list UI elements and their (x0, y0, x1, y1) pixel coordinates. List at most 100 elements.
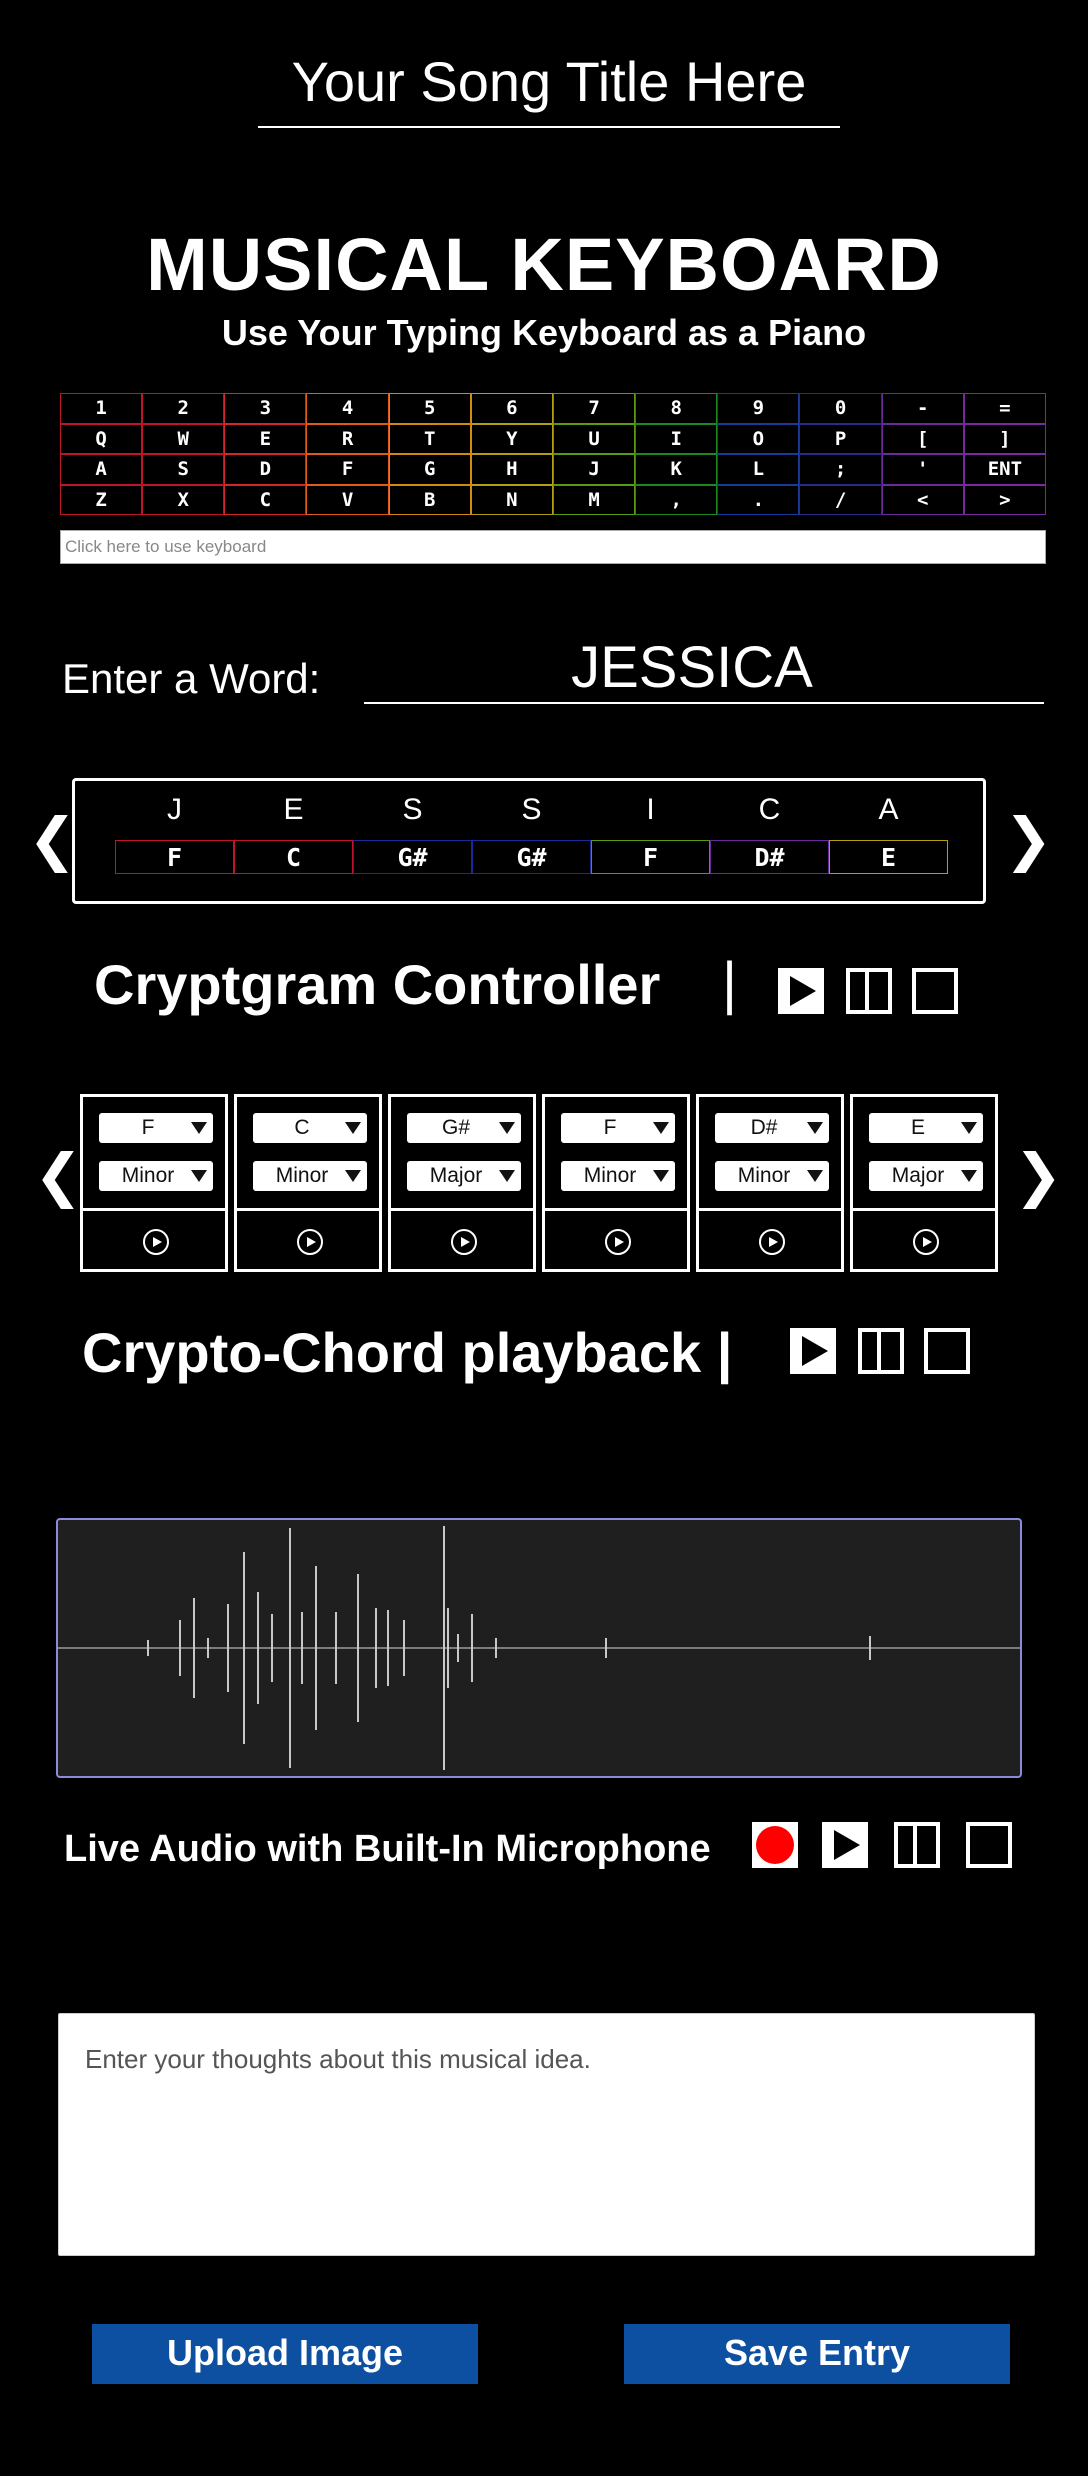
keyboard-key[interactable]: C (224, 484, 307, 515)
chord-play-icon[interactable] (913, 1229, 939, 1255)
chords-next-arrow-icon[interactable]: ❯ (1014, 1146, 1063, 1206)
live-pause-icon[interactable] (894, 1822, 940, 1868)
chord-quality-select[interactable]: Minor (99, 1161, 213, 1191)
word-note[interactable]: F (591, 840, 710, 874)
audio-waveform[interactable] (56, 1518, 1022, 1778)
keyboard-key[interactable]: . (717, 484, 800, 515)
word-note[interactable]: F (115, 840, 234, 874)
keyboard-key[interactable]: - (881, 393, 964, 424)
chord-quality-select[interactable]: Major (869, 1161, 983, 1191)
keyboard-key[interactable]: G (388, 454, 471, 485)
keyboard-key[interactable]: 4 (306, 393, 389, 424)
keyboard-key[interactable]: > (963, 484, 1046, 515)
keyboard-key[interactable]: A (60, 454, 143, 485)
chord-quality-select[interactable]: Minor (561, 1161, 675, 1191)
save-entry-button[interactable]: Save Entry (624, 2324, 1010, 2384)
chord-play-icon[interactable] (759, 1229, 785, 1255)
song-title-field[interactable]: Your Song Title Here (258, 40, 840, 128)
word-note[interactable]: D# (710, 840, 829, 874)
keyboard-key[interactable]: Q (60, 423, 143, 454)
keyboard-key[interactable]: Y (470, 423, 553, 454)
live-stop-icon[interactable] (966, 1822, 1012, 1868)
keyboard-key[interactable]: W (142, 423, 225, 454)
keyboard-key[interactable]: 8 (635, 393, 718, 424)
chord-note-select[interactable]: D# (715, 1113, 829, 1143)
chord-column: F Minor (542, 1094, 690, 1272)
keyboard-key[interactable]: ENT (963, 454, 1046, 485)
keyboard-key[interactable]: [ (881, 423, 964, 454)
keyboard-key[interactable]: M (552, 484, 636, 515)
word-note[interactable]: G# (353, 840, 472, 874)
keyboard-input[interactable]: Click here to use keyboard (60, 530, 1046, 564)
keyboard-key[interactable]: P (799, 423, 882, 454)
keyboard-key[interactable]: O (717, 423, 800, 454)
keyboard-key[interactable]: 1 (60, 393, 143, 424)
keyboard-key[interactable]: K (635, 454, 718, 485)
chord-play-icon[interactable] (297, 1229, 323, 1255)
keyboard-key[interactable]: < (881, 484, 964, 515)
playback-stop-icon[interactable] (924, 1328, 970, 1374)
keyboard-key[interactable]: X (142, 484, 225, 515)
word-input[interactable]: JESSICA (364, 634, 1020, 701)
keyboard-key[interactable]: / (799, 484, 882, 515)
keyboard-key[interactable]: ] (963, 423, 1046, 454)
chord-note-select[interactable]: C (253, 1113, 367, 1143)
chord-note-select[interactable]: G# (407, 1113, 521, 1143)
keyboard-key[interactable]: L (717, 454, 800, 485)
keyboard-key[interactable]: J (552, 454, 636, 485)
keyboard-key[interactable]: ' (881, 454, 964, 485)
keyboard-key[interactable]: , (635, 484, 718, 515)
record-icon[interactable] (752, 1822, 798, 1868)
keyboard-key[interactable]: U (552, 423, 636, 454)
chevron-down-icon (961, 1122, 977, 1134)
cryptogram-stop-icon[interactable] (912, 968, 958, 1014)
thoughts-textarea[interactable] (58, 2013, 1035, 2256)
word-note[interactable]: G# (472, 840, 591, 874)
word-note[interactable]: E (829, 840, 948, 874)
cryptogram-pause-icon[interactable] (846, 968, 892, 1014)
chord-note-select[interactable]: E (869, 1113, 983, 1143)
word-note[interactable]: C (234, 840, 353, 874)
keyboard-key[interactable]: Z (60, 484, 143, 515)
live-play-icon[interactable] (822, 1822, 868, 1868)
chord-note-select[interactable]: F (99, 1113, 213, 1143)
chord-play-icon[interactable] (451, 1229, 477, 1255)
chords-prev-arrow-icon[interactable]: ❮ (34, 1146, 83, 1206)
letters-prev-arrow-icon[interactable]: ❮ (28, 810, 77, 870)
keyboard-key[interactable]: 9 (717, 393, 800, 424)
chord-play-icon[interactable] (143, 1229, 169, 1255)
keyboard-key[interactable]: 7 (552, 393, 636, 424)
keyboard-key[interactable]: B (388, 484, 471, 515)
playback-pause-icon[interactable] (858, 1328, 904, 1374)
keyboard-key[interactable]: D (224, 454, 307, 485)
keyboard-key[interactable]: V (306, 484, 389, 515)
upload-image-button[interactable]: Upload Image (92, 2324, 478, 2384)
keyboard-key[interactable]: 0 (799, 393, 882, 424)
keyboard-key[interactable]: 2 (142, 393, 225, 424)
playback-play-icon[interactable] (790, 1328, 836, 1374)
keyboard-key[interactable]: F (306, 454, 389, 485)
chord-quality-select[interactable]: Major (407, 1161, 521, 1191)
keyboard-key[interactable]: E (224, 423, 307, 454)
notes-row: F C G# G# F D# E (115, 840, 949, 874)
keyboard-key[interactable]: 5 (388, 393, 471, 424)
word-letter: S (402, 793, 423, 826)
keyboard-key[interactable]: I (635, 423, 718, 454)
chord-note-value: G# (441, 1116, 470, 1139)
keyboard-key[interactable]: = (963, 393, 1046, 424)
cryptogram-play-icon[interactable] (778, 968, 824, 1014)
keyboard-key[interactable]: 6 (470, 393, 553, 424)
chord-play-icon[interactable] (605, 1229, 631, 1255)
chord-note-select[interactable]: F (561, 1113, 675, 1143)
letters-next-arrow-icon[interactable]: ❯ (1004, 810, 1053, 870)
keyboard-key[interactable]: S (142, 454, 225, 485)
keyboard-key[interactable]: N (470, 484, 553, 515)
chord-selectors: E Major (853, 1097, 995, 1211)
keyboard-key[interactable]: R (306, 423, 389, 454)
keyboard-key[interactable]: H (470, 454, 553, 485)
chord-quality-select[interactable]: Minor (715, 1161, 829, 1191)
keyboard-key[interactable]: ; (799, 454, 882, 485)
keyboard-key[interactable]: 3 (224, 393, 307, 424)
keyboard-key[interactable]: T (388, 423, 471, 454)
chord-quality-select[interactable]: Minor (253, 1161, 367, 1191)
